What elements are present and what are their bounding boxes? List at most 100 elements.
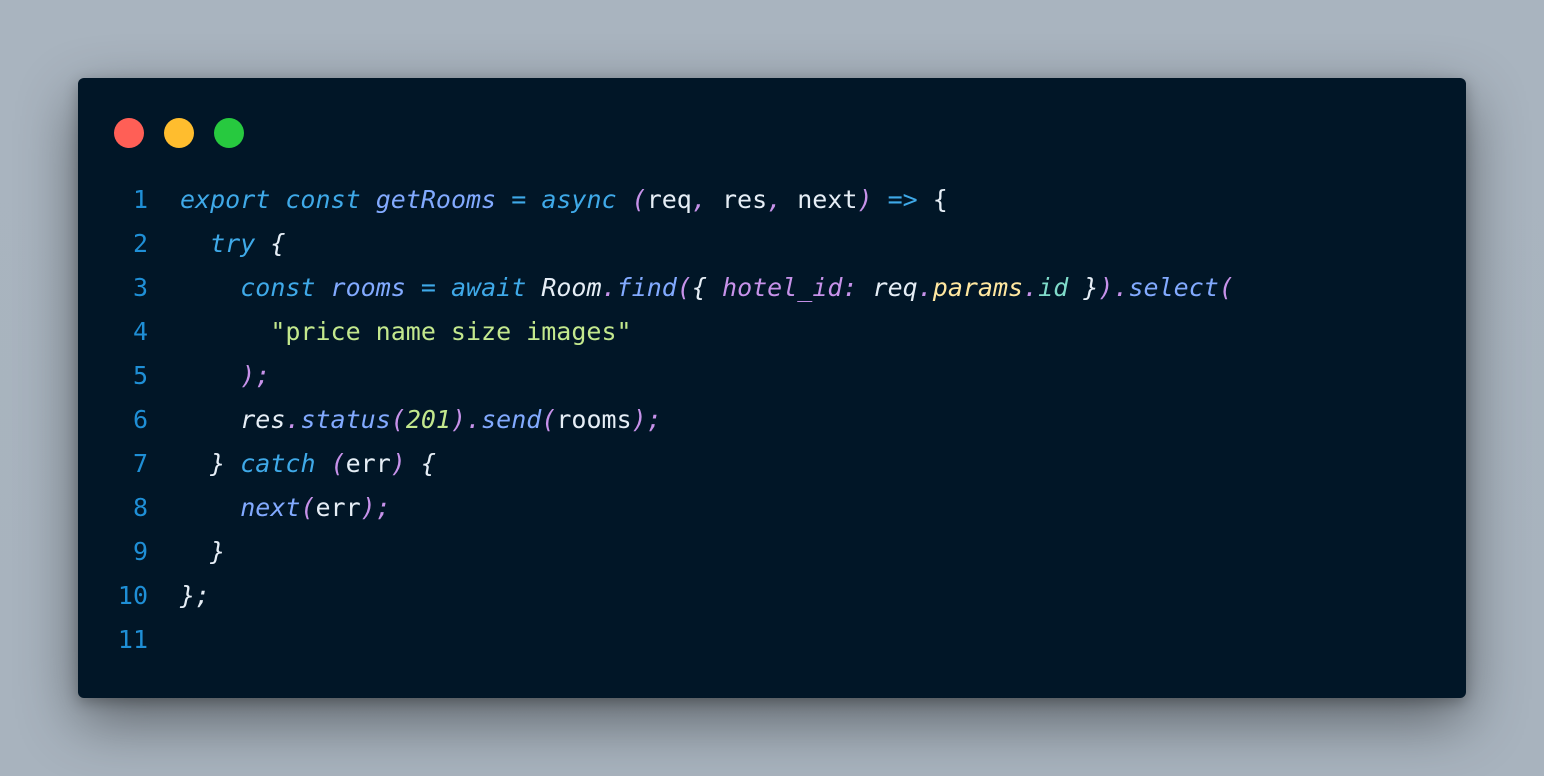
code-token: . (917, 273, 933, 302)
code-token: id (1038, 273, 1069, 302)
code-token: ( (300, 493, 316, 522)
close-dot-icon[interactable] (114, 118, 144, 148)
code-block: 1 export const getRooms = async (req, res… (78, 178, 1466, 662)
code-token: status (300, 405, 391, 434)
line-number: 11 (117, 625, 148, 654)
code-line: 6 res.status(201).send(rooms); (78, 398, 1466, 442)
code-token: , (767, 185, 783, 214)
code-token: => (887, 185, 918, 214)
line-number: 8 (132, 493, 148, 522)
minimize-dot-icon[interactable] (164, 118, 194, 148)
code-line: 11 (78, 618, 1466, 662)
code-line: 2 try { (78, 222, 1466, 266)
code-line: 7 } catch (err) { (78, 442, 1466, 486)
line-number: 5 (132, 361, 148, 390)
code-token: { (405, 449, 436, 478)
code-text: "price name size images" (180, 310, 632, 354)
code-text: export const getRooms = async (req, res,… (180, 178, 948, 222)
code-token: } (210, 537, 226, 566)
code-token: { (691, 273, 707, 302)
code-token: rooms (556, 405, 632, 434)
code-token: await (451, 273, 527, 302)
code-token: . (285, 405, 301, 434)
code-text: } catch (err) { (180, 442, 436, 486)
code-token: res (706, 185, 768, 214)
code-token: err (315, 493, 361, 522)
code-token: { (255, 229, 286, 258)
code-token: . (1113, 273, 1129, 302)
maximize-dot-icon[interactable] (214, 118, 244, 148)
code-line: 1 export const getRooms = async (req, res… (78, 178, 1466, 222)
code-token: 201 (405, 405, 451, 434)
code-token: ); (631, 405, 662, 434)
code-token: ( (1218, 273, 1234, 302)
code-token: rooms (330, 273, 406, 302)
code-token: const (240, 273, 316, 302)
code-token: req (646, 185, 692, 214)
code-token: res (240, 405, 286, 434)
code-token: = (420, 273, 436, 302)
code-token: ( (541, 405, 557, 434)
code-token: const (285, 185, 361, 214)
code-token: . (466, 405, 482, 434)
line-number: 1 (132, 185, 148, 214)
code-text: next(err); (180, 486, 391, 530)
code-token: Room (541, 273, 602, 302)
code-token: ( (330, 449, 346, 478)
code-token: "price name size images" (270, 317, 632, 346)
code-token: . (1023, 273, 1039, 302)
code-token: ( (676, 273, 692, 302)
code-token: send (481, 405, 542, 434)
code-token: try (210, 229, 256, 258)
code-token: req (872, 273, 918, 302)
line-number: 3 (132, 273, 148, 302)
code-text: res.status(201).send(rooms); (180, 398, 662, 442)
code-token: } (1068, 273, 1099, 302)
code-text: try { (180, 222, 285, 266)
line-number: 4 (132, 317, 148, 346)
code-line: 5 ); (78, 354, 1466, 398)
code-line: 10}; (78, 574, 1466, 618)
line-number: 2 (132, 229, 148, 258)
code-text: ); (180, 354, 270, 398)
code-token: ) (857, 185, 873, 214)
code-text: } (180, 530, 225, 574)
line-number: 9 (132, 537, 148, 566)
code-token: export (180, 185, 271, 214)
code-token: }; (180, 581, 211, 610)
code-token: ); (240, 361, 271, 390)
code-token: next (240, 493, 301, 522)
code-token: next (782, 185, 858, 214)
code-line: 3 const rooms = await Room.find({ hotel_… (78, 266, 1466, 310)
code-token: async (541, 185, 617, 214)
code-token: hotel_id (722, 273, 843, 302)
line-number: 10 (117, 581, 148, 610)
code-token: ); (360, 493, 391, 522)
code-line: 4 "price name size images" (78, 310, 1466, 354)
code-token: , (691, 185, 707, 214)
code-token: ( (390, 405, 406, 434)
code-token: err (345, 449, 391, 478)
code-token: = (511, 185, 527, 214)
code-token: catch (240, 449, 316, 478)
